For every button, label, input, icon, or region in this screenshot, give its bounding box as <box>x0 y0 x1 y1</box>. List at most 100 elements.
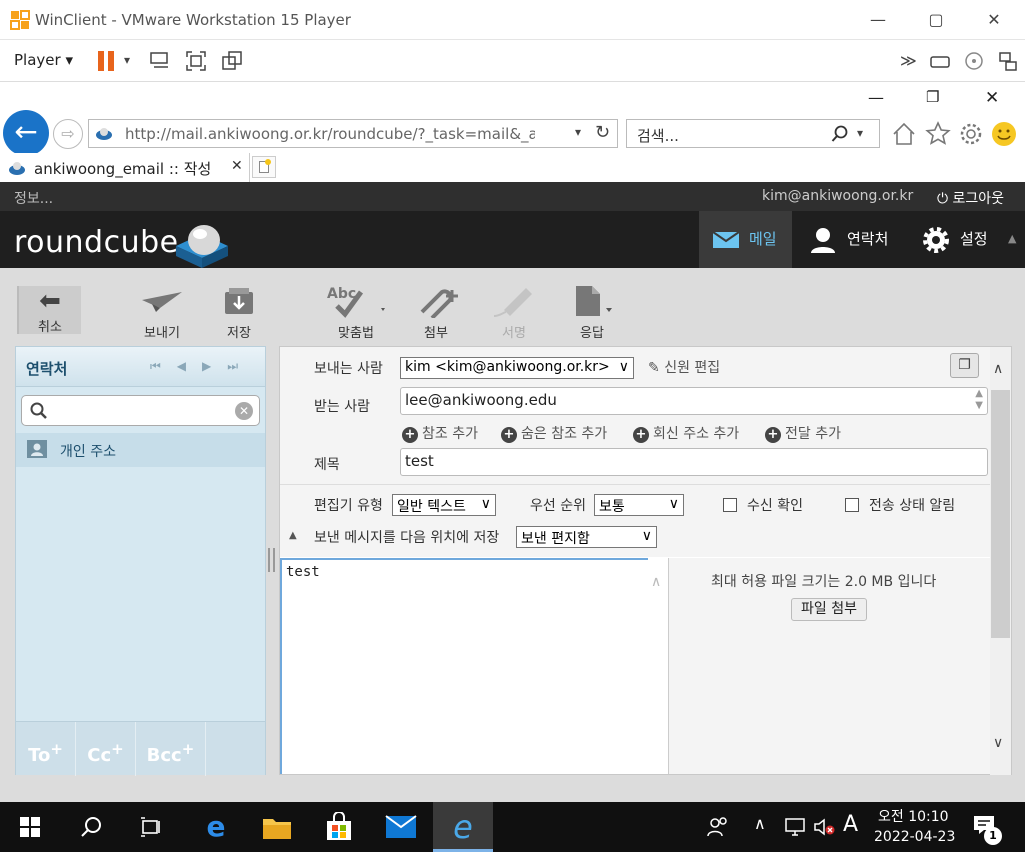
fullscreen-icon[interactable] <box>184 49 208 73</box>
windows-taskbar: e e ∧ A 오전 10:10 2022-04-23 1 <box>0 802 1025 852</box>
signature-button[interactable]: 서명 <box>488 284 540 341</box>
edit-identity-link[interactable]: ✎ 신원 편집 <box>648 357 720 377</box>
refresh-icon[interactable]: ↻ <box>595 122 610 143</box>
send-ctrl-alt-del-icon[interactable] <box>148 49 172 73</box>
add-cc-button[interactable]: Cc+ <box>76 722 136 776</box>
player-menu[interactable]: Player ▾ <box>14 51 73 69</box>
contacts-search-input[interactable]: ✕ <box>21 395 260 426</box>
cancel-button[interactable]: ⬅ 취소 <box>17 286 81 335</box>
taskbar-search-icon[interactable] <box>80 816 102 838</box>
collapse-options-icon[interactable]: ▲ <box>289 530 297 541</box>
spellcheck-button[interactable]: Abc 맞춤법 <box>320 284 392 341</box>
new-tab-button[interactable] <box>252 156 276 178</box>
dsn-checkbox[interactable] <box>845 498 859 512</box>
add-followupto-link[interactable]: + 전달 추가 <box>765 423 841 443</box>
header-collapse-icon[interactable]: ▲ <box>1008 232 1016 245</box>
user-email: kim@ankiwoong.or.kr <box>762 188 914 204</box>
address-bar[interactable]: http://mail.ankiwoong.or.kr/roundcube/?_… <box>88 119 618 148</box>
save-button[interactable]: 저장 <box>215 284 263 341</box>
add-cc-link[interactable]: + 참조 추가 <box>402 423 478 443</box>
document-icon <box>576 286 612 316</box>
disk-icon[interactable] <box>928 49 952 73</box>
subject-input[interactable]: test <box>400 448 988 476</box>
network-tray-icon[interactable] <box>784 817 806 837</box>
search-placeholder[interactable]: 검색... <box>637 125 679 146</box>
vmware-title-bar: WinClient - VMware Workstation 15 Player… <box>0 0 1025 40</box>
minimize-icon[interactable]: — <box>868 10 888 30</box>
ime-indicator[interactable]: A <box>843 812 858 837</box>
editor-type-select[interactable]: 일반 텍스트 ∨ <box>392 494 496 516</box>
search-box[interactable]: 검색... ▾ <box>626 119 880 148</box>
chevron-up-icon: ∧ <box>651 574 662 590</box>
edge-icon[interactable]: e <box>186 802 246 852</box>
mail-app-icon[interactable] <box>385 815 417 839</box>
task-view-icon[interactable] <box>139 816 163 838</box>
maximize-icon[interactable]: ▢ <box>926 10 946 30</box>
editor-scrollbar[interactable]: ∧ <box>648 558 668 774</box>
unity-icon[interactable] <box>220 49 244 73</box>
tools-gear-icon[interactable] <box>957 120 985 148</box>
logout-button[interactable]: ⏻ 로그아웃 <box>937 188 1004 208</box>
nav-contacts-tab[interactable]: 연락처 <box>806 211 906 268</box>
from-select[interactable]: kim <kim@ankiwoong.or.kr> ∨ <box>400 357 634 379</box>
browser-close-icon[interactable]: ✕ <box>985 88 999 108</box>
add-bcc-button[interactable]: Bcc+ <box>136 722 206 776</box>
file-explorer-icon[interactable] <box>262 814 292 840</box>
search-icon[interactable] <box>831 125 849 143</box>
attach-file-button[interactable]: 파일 첨부 <box>791 598 867 621</box>
pencil-icon: ✎ <box>648 360 660 376</box>
plus-icon: + <box>765 427 781 443</box>
home-icon[interactable] <box>890 120 918 148</box>
to-label: 받는 사람 <box>314 399 370 415</box>
add-to-button[interactable]: To+ <box>16 722 76 776</box>
popout-button[interactable]: ❐ <box>950 353 979 378</box>
send-button[interactable]: 보내기 <box>130 284 194 341</box>
browser-restore-icon[interactable]: ❐ <box>926 88 939 106</box>
add-replyto-link[interactable]: + 회신 주소 추가 <box>633 423 739 443</box>
feedback-smiley-icon[interactable] <box>990 120 1018 148</box>
address-book-item[interactable]: 개인 주소 <box>16 433 265 467</box>
response-button[interactable]: 응답 <box>566 284 618 341</box>
about-link[interactable]: 정보... <box>14 188 53 208</box>
clock-time[interactable]: 오전 10:10 <box>878 806 949 826</box>
ie-taskbar-icon[interactable]: e <box>433 802 493 852</box>
scroll-up-icon[interactable]: ∧ <box>993 361 1003 377</box>
splitter-handle[interactable] <box>268 548 275 572</box>
message-body-editor[interactable]: test ∧ <box>280 558 664 774</box>
cd-icon[interactable] <box>962 49 986 73</box>
receipt-checkbox[interactable] <box>723 498 737 512</box>
store-icon[interactable] <box>324 812 354 842</box>
attach-button[interactable]: 첨부 <box>412 284 460 341</box>
close-icon[interactable]: ✕ <box>984 10 1004 30</box>
to-input[interactable]: lee@ankiwoong.edu ▲ ▼ <box>400 387 988 415</box>
tab-close-icon[interactable]: ✕ <box>231 158 243 174</box>
scroll-down-icon[interactable]: ∨ <box>993 735 1003 751</box>
nav-settings-tab[interactable]: 설정 <box>920 211 1000 268</box>
windows-start-icon[interactable] <box>20 817 40 837</box>
clock-date[interactable]: 2022-04-23 <box>874 829 955 845</box>
back-button[interactable]: ← <box>3 110 49 156</box>
priority-select[interactable]: 보통 ∨ <box>594 494 684 516</box>
save-sent-select[interactable]: 보낸 편지함 ∨ <box>516 526 657 548</box>
chevron-down-icon[interactable]: ▾ <box>124 53 130 67</box>
people-icon[interactable] <box>706 816 730 838</box>
to-spinner-icon: ▲ ▼ <box>975 388 983 411</box>
clear-search-icon[interactable]: ✕ <box>235 402 253 420</box>
address-dropdown-icon[interactable]: ▾ <box>575 125 581 139</box>
search-dropdown-icon[interactable]: ▾ <box>857 126 863 140</box>
scrollbar-thumb[interactable] <box>991 390 1010 638</box>
send-label: 보내기 <box>144 326 180 341</box>
contacts-pager-icons[interactable]: ⏮◀▶⏭ <box>150 359 254 374</box>
volume-muted-icon[interactable] <box>813 817 835 837</box>
nav-mail-tab[interactable]: 메일 <box>699 211 792 268</box>
add-bcc-link[interactable]: + 숨은 참조 추가 <box>501 423 607 443</box>
network-icon[interactable] <box>996 49 1020 73</box>
forward-button[interactable]: ⇨ <box>53 119 83 149</box>
browser-tab-active[interactable]: ankiwoong_email :: 작성 ✕ <box>0 153 250 182</box>
more-icon[interactable]: ≫ <box>900 51 917 70</box>
favorites-star-icon[interactable] <box>924 120 952 148</box>
browser-minimize-icon[interactable]: — <box>868 88 884 107</box>
address-url[interactable]: http://mail.ankiwoong.or.kr/roundcube/?_… <box>125 125 535 143</box>
pause-icon[interactable] <box>96 49 120 73</box>
tray-expand-icon[interactable]: ∧ <box>754 814 766 833</box>
